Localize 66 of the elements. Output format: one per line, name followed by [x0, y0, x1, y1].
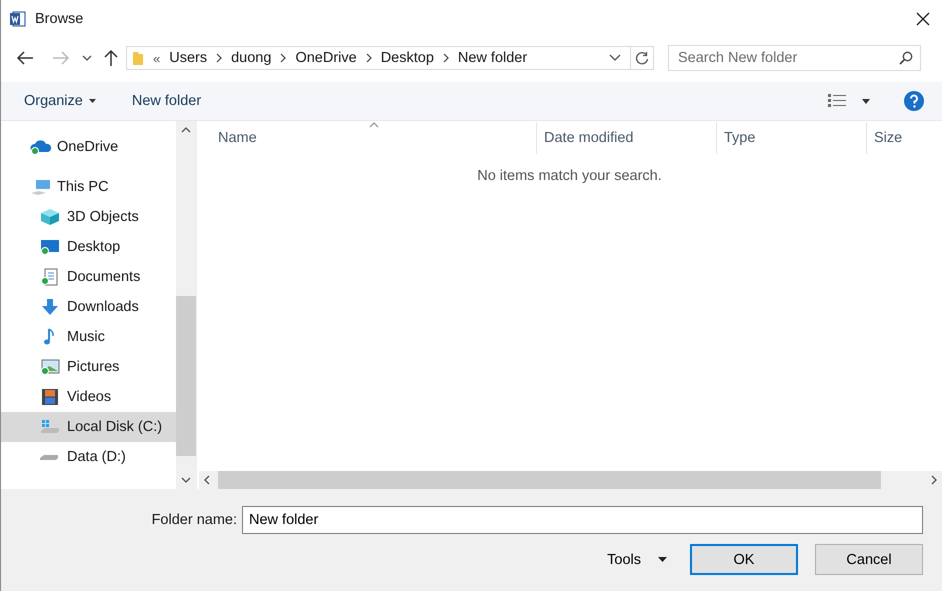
sidebar-item[interactable]: OneDrive — [1, 132, 176, 162]
sidebar-item[interactable]: Pictures — [1, 352, 176, 382]
drive-icon — [40, 454, 58, 460]
sidebar-item[interactable]: Documents — [1, 262, 176, 292]
chevron-right-icon[interactable] — [280, 53, 286, 63]
view-list-icon[interactable] — [828, 94, 846, 108]
picture-icon — [40, 358, 60, 376]
column-header[interactable]: Type — [717, 122, 867, 154]
download-arrow-icon — [40, 298, 60, 316]
new-folder-button[interactable]: New folder — [124, 89, 210, 113]
column-header[interactable]: Name — [197, 122, 537, 154]
caret-icon[interactable] — [862, 98, 870, 104]
up-arrow-icon[interactable] — [104, 49, 118, 67]
chevron-right-icon[interactable] — [442, 53, 449, 63]
address-bar[interactable]: « Users duong OneDrive Desktop New folder — [126, 46, 654, 70]
caret-icon — [88, 99, 96, 103]
folder-icon — [132, 50, 144, 66]
column-header[interactable]: Size — [867, 122, 942, 154]
app-icon — [10, 11, 26, 27]
sidebar-item[interactable]: Local Disk (C:) — [1, 412, 176, 442]
chevron-down-icon[interactable] — [82, 54, 92, 62]
caret-icon — [658, 557, 667, 562]
cloud-icon — [30, 139, 52, 155]
computer-icon — [30, 179, 52, 195]
folder-name-label: Folder name: — [152, 512, 237, 528]
cube-icon — [40, 208, 60, 226]
sidebar-item[interactable]: Music — [1, 322, 176, 352]
chevron-down-icon[interactable] — [609, 54, 621, 62]
cancel-button[interactable]: Cancel — [815, 544, 923, 575]
refresh-icon — [635, 51, 649, 65]
film-strip-icon — [40, 388, 60, 406]
ok-button[interactable]: OK — [690, 544, 798, 575]
sidebar-item[interactable]: This PC — [1, 172, 176, 202]
search-icon[interactable] — [899, 51, 913, 65]
sidebar-item[interactable]: Videos — [1, 382, 176, 412]
help-icon[interactable] — [904, 91, 924, 111]
breadcrumb-item[interactable]: New folder — [458, 50, 528, 66]
chevron-up-icon[interactable] — [181, 127, 191, 133]
sidebar-item[interactable]: 3D Objects — [1, 202, 176, 232]
column-header[interactable]: Date modified — [537, 122, 717, 154]
chevron-left-icon[interactable] — [204, 475, 210, 485]
breadcrumb-overflow[interactable]: « — [153, 50, 160, 66]
organize-button[interactable]: Organize — [16, 89, 104, 113]
window-title: Browse — [35, 11, 84, 27]
sidebar-item[interactable]: Data (D:) — [1, 442, 176, 472]
breadcrumb-item[interactable]: Desktop — [380, 50, 434, 66]
breadcrumb-item[interactable]: Users — [169, 50, 208, 66]
folder-name-field[interactable]: New folder — [242, 506, 923, 534]
drive-icon — [40, 418, 60, 436]
sidebar-item[interactable]: Downloads — [1, 292, 176, 322]
sidebar-item[interactable]: Desktop — [1, 232, 176, 262]
document-icon — [40, 268, 60, 286]
breadcrumb-item[interactable]: OneDrive — [295, 50, 357, 66]
close-icon[interactable] — [916, 12, 930, 26]
tools-button[interactable]: Tools — [607, 552, 667, 568]
chevron-right-icon[interactable] — [216, 53, 222, 63]
search-field[interactable]: Search New folder — [668, 45, 921, 71]
chevron-down-icon[interactable] — [181, 477, 191, 483]
chevron-right-icon[interactable] — [366, 53, 372, 63]
back-arrow-icon[interactable] — [16, 51, 34, 65]
horizontal-scrollbar[interactable] — [199, 471, 942, 489]
vertical-scrollbar[interactable] — [176, 121, 196, 489]
empty-message: No items match your search. — [476, 168, 663, 186]
breadcrumb-item[interactable]: duong — [231, 50, 272, 66]
desktop-icon — [40, 238, 60, 256]
chevron-right-icon[interactable] — [931, 475, 937, 485]
